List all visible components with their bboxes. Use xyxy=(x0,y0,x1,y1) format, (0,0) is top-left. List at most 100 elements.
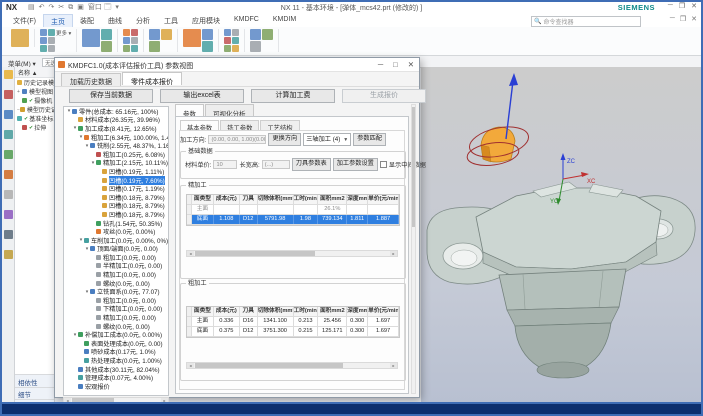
dialog-title-bar[interactable]: KMDFC1.0(成本评估报价工具) 参数视图 ─ □ ✕ xyxy=(55,58,419,72)
panel-tab[interactable]: 可视化分析 xyxy=(205,104,254,116)
sketch-icon[interactable] xyxy=(11,29,29,47)
cost-tree-item[interactable]: 粗加工(0.0元, 0.00) xyxy=(64,253,168,262)
action-button-2[interactable]: 输出excel表 xyxy=(160,89,244,103)
touch-mode-icon[interactable] xyxy=(262,29,273,40)
add-component-icon[interactable] xyxy=(183,29,201,47)
cost-tree-item[interactable]: 凹槽(0.18元, 8.79%) xyxy=(64,202,168,211)
mirror-feature-icon[interactable] xyxy=(149,41,160,52)
cost-tree-item[interactable]: ▾立铣面系(0.0元, 77.07) xyxy=(64,287,168,296)
menu-tab-application[interactable]: 应用模块 xyxy=(185,14,227,27)
process-studio-icon[interactable] xyxy=(4,210,13,219)
navigator-section-细节[interactable]: 细节 xyxy=(15,387,54,400)
column-header[interactable]: 单价(元/min) xyxy=(368,195,399,204)
column-header[interactable]: 工时(min) xyxy=(294,307,319,316)
navigator-item[interactable]: ✔基准坐标系 xyxy=(15,114,54,123)
edit-feature-icon[interactable] xyxy=(161,29,172,40)
move-component-icon[interactable] xyxy=(202,41,213,52)
arc-icon[interactable] xyxy=(40,45,47,52)
circle-icon[interactable] xyxy=(48,29,55,36)
fillet-icon[interactable] xyxy=(48,37,55,44)
roles-icon[interactable] xyxy=(4,250,13,259)
cost-tree-item[interactable]: ▾加工成本(8.41元, 12.65%) xyxy=(64,124,168,133)
cost-tree-item[interactable]: ▾顶面/端面(0.0元, 0.00) xyxy=(64,245,168,254)
cost-tree-item[interactable]: 凹槽(0.18元, 8.79%) xyxy=(64,193,168,202)
column-header[interactable]: 单价(元/min) xyxy=(368,307,399,316)
scroll-right-arrow-icon[interactable]: ▸ xyxy=(390,363,397,368)
navigator-item[interactable]: ✔摄像机 xyxy=(15,96,54,105)
cost-tree-item[interactable]: 粗加工(0.25元, 6.08%) xyxy=(64,150,168,159)
cost-tree-item[interactable]: ▾粗加工(6.34元, 100.00%, 1.46) xyxy=(64,133,168,142)
change-direction-button[interactable]: 更换方向 xyxy=(268,133,301,146)
offset-icon[interactable] xyxy=(131,37,138,44)
section-icon[interactable] xyxy=(224,37,231,44)
close-button[interactable]: ✕ xyxy=(691,2,697,10)
line-icon[interactable] xyxy=(40,37,47,44)
table-row[interactable]: 主面0.336D161341.1000.21325.4560.3001.697 xyxy=(187,317,399,327)
panel-vertical-scrollbar[interactable] xyxy=(411,104,416,394)
cost-tree-item[interactable]: 凹槽(0.17元, 1.19%) xyxy=(64,184,168,193)
cost-tree-item[interactable]: 精加工(0.0元, 0.00) xyxy=(64,270,168,279)
cost-tree-item[interactable]: 螺纹(0.0元, 0.00) xyxy=(64,279,168,288)
column-header[interactable]: 面积mm2 xyxy=(318,195,347,204)
cost-tree-item[interactable]: 螺纹(0.0元, 0.00) xyxy=(64,322,168,331)
machining-mode-select[interactable]: 三轴加工 (4)▼ xyxy=(303,133,351,146)
cost-tree-item[interactable]: 热处理成本(0.0元, 1.00%) xyxy=(64,356,168,365)
cost-tree-item[interactable]: 下精加工(0.0元, 0.00) xyxy=(64,305,168,314)
column-header[interactable]: 工时(min) xyxy=(294,195,319,204)
column-header[interactable]: 切除体积(mm³) xyxy=(258,195,294,204)
navigator-section-相依性[interactable]: 相依性 xyxy=(15,374,54,387)
draft-icon[interactable] xyxy=(131,29,138,36)
cost-tree-item[interactable]: 喷砂成本(0.17元, 1.0%) xyxy=(64,348,168,357)
scroll-left-arrow-icon[interactable]: ◂ xyxy=(187,363,194,368)
reuse-library-icon[interactable] xyxy=(4,130,13,139)
menu-tab-curve[interactable]: 曲线 xyxy=(101,14,129,27)
graphics-viewport[interactable]: ZC XC YC xyxy=(421,67,701,404)
unite-icon[interactable] xyxy=(101,41,112,52)
assembly-constraints-icon[interactable] xyxy=(202,29,213,40)
navigator-item[interactable]: +模型视图 xyxy=(15,87,54,96)
cost-tree-item[interactable]: 凹槽(0.19元, 1.11%) xyxy=(64,167,168,176)
menu-tab-kmdim[interactable]: KMDIM xyxy=(266,14,303,27)
column-header[interactable]: 深度mm xyxy=(347,307,368,316)
column-header[interactable]: 刀具 xyxy=(240,195,258,204)
action-button-1[interactable]: 保存当前数据 xyxy=(69,89,153,103)
scroll-thumb[interactable] xyxy=(412,107,415,227)
cost-tree-item[interactable]: 凹槽(0.19元, 7.60%) xyxy=(64,176,168,185)
cost-tree-item[interactable]: 精加工(0.0元, 0.00) xyxy=(64,313,168,322)
ribbon-group-label[interactable]: 更多 ▾ xyxy=(56,29,71,37)
measure-icon[interactable] xyxy=(224,29,231,36)
dialog-tab[interactable]: 零件成本报价 xyxy=(122,72,182,85)
scroll-left-arrow-icon[interactable]: ◂ xyxy=(187,251,194,256)
column-header[interactable]: 面积mm2 xyxy=(318,307,347,316)
hd3d-tools-icon[interactable] xyxy=(4,150,13,159)
cost-tree-item[interactable]: 管理成本(0.07元, 4.00%) xyxy=(64,373,168,382)
minimize-button[interactable]: ─ xyxy=(668,2,673,10)
render-style-icon[interactable] xyxy=(232,45,239,52)
cost-tree-item[interactable]: 粗加工(0.0元, 0.00) xyxy=(64,296,168,305)
thicken-icon[interactable] xyxy=(131,45,138,52)
table-row[interactable]: 底面0.375D123751.3000.215125.1710.3001.697 xyxy=(187,327,399,337)
orient-view-icon[interactable] xyxy=(232,37,239,44)
navigator-item[interactable]: −模型历史记录 xyxy=(15,105,54,114)
menu-tab-home[interactable]: 主页 xyxy=(43,14,73,27)
scroll-right-arrow-icon[interactable]: ▸ xyxy=(390,251,397,256)
command-finder[interactable]: 🔍 命令查找器 xyxy=(531,16,641,27)
constraint-navigator-icon[interactable] xyxy=(4,90,13,99)
column-header[interactable]: 刀具 xyxy=(240,307,258,316)
trim-icon[interactable] xyxy=(48,45,55,52)
menu-tab-kmdfc[interactable]: KMDFC xyxy=(227,14,266,27)
view-icon[interactable] xyxy=(250,41,261,52)
pattern-feature-icon[interactable] xyxy=(149,29,160,40)
machining-params-button[interactable]: 加工参数设置 xyxy=(333,158,378,171)
cost-tree-item[interactable]: ▾铣削(2.55元, 48.37%, 1.16) xyxy=(64,141,168,150)
column-header[interactable]: 成本(元) xyxy=(214,307,240,316)
dialog-maximize-button[interactable]: □ xyxy=(393,60,398,69)
scroll-thumb[interactable] xyxy=(195,251,315,256)
cost-tree-item[interactable]: 钻孔(1.54元, 50.35%) xyxy=(64,219,168,228)
cost-tree-item[interactable]: ▾零件(总成本: 65.16元, 100%) xyxy=(64,107,168,116)
blend-icon[interactable] xyxy=(123,29,130,36)
table-row[interactable]: 主面26.1% xyxy=(187,205,399,215)
material-price-field[interactable]: 10 xyxy=(213,160,237,169)
size-field[interactable]: (...) xyxy=(262,160,290,169)
manage-icon[interactable] xyxy=(4,230,13,239)
